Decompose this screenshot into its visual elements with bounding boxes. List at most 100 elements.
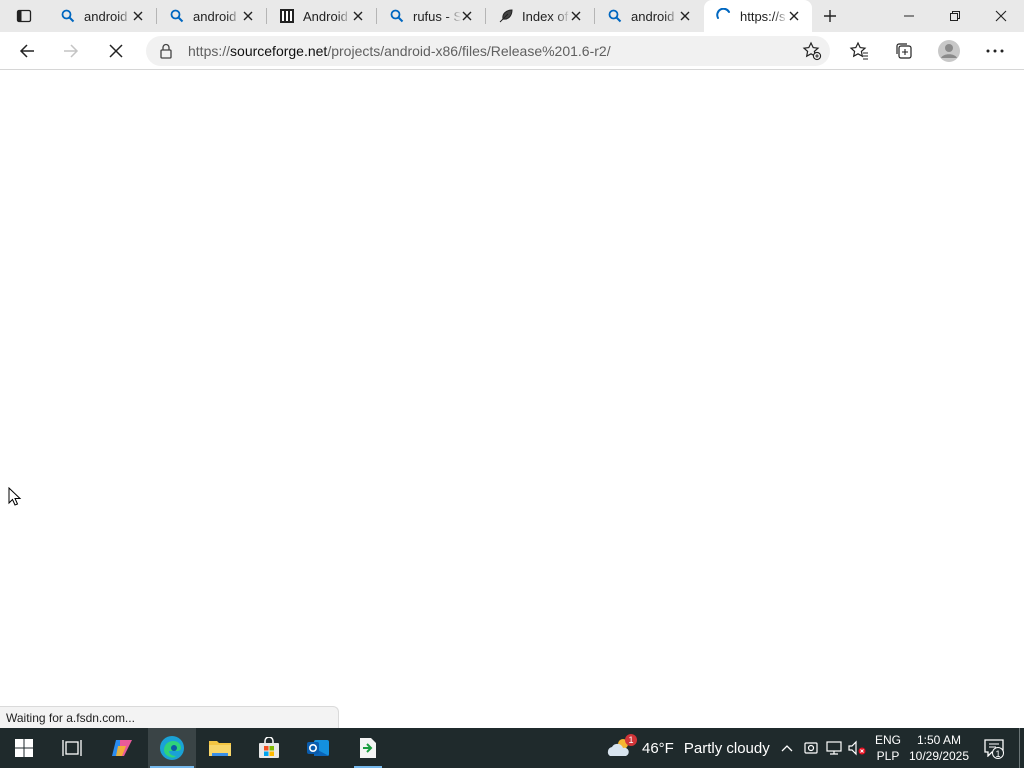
loading-spinner-icon [716, 8, 732, 24]
tab-label: android [84, 8, 128, 24]
show-desktop-button[interactable] [1019, 728, 1024, 768]
feather-icon [498, 8, 514, 24]
tab-label: Android [303, 8, 348, 24]
start-button[interactable] [0, 728, 48, 768]
collections-button[interactable] [890, 37, 918, 65]
search-icon [169, 8, 185, 24]
forward-button[interactable] [57, 37, 85, 65]
minimize-button[interactable] [886, 0, 932, 32]
copilot-app[interactable] [98, 728, 146, 768]
minimize-icon [904, 15, 914, 17]
tab-strip: android android Android rufus - S Index … [0, 0, 1024, 32]
close-tab-icon[interactable] [459, 8, 475, 24]
volume-button[interactable] [846, 728, 868, 768]
tab-android-3[interactable]: Android [267, 0, 376, 32]
file-app[interactable] [344, 728, 392, 768]
star-add-icon [802, 41, 822, 61]
tab-actions-icon [16, 9, 32, 23]
document-arrow-icon [360, 738, 376, 758]
edge-icon [160, 736, 184, 760]
tab-index-of[interactable]: Index of [486, 0, 594, 32]
url-host: sourceforge.net [230, 43, 328, 59]
tab-label: Index of [522, 8, 569, 24]
tab-rufus[interactable]: rufus - S [377, 0, 485, 32]
search-icon [607, 8, 623, 24]
task-view-icon [62, 740, 82, 756]
address-url[interactable]: https://sourceforge.net/projects/android… [188, 43, 611, 59]
address-bar[interactable]: https://sourceforge.net/projects/android… [146, 36, 830, 66]
meet-now-button[interactable] [800, 728, 822, 768]
close-tab-icon[interactable] [240, 8, 256, 24]
profile-button[interactable] [935, 37, 963, 65]
plus-icon [824, 10, 836, 22]
back-button[interactable] [13, 37, 41, 65]
tab-sourceforge-active[interactable]: https://s [704, 0, 812, 32]
close-tab-icon[interactable] [130, 8, 146, 24]
tab-android-2[interactable]: android [157, 0, 266, 32]
search-icon [60, 8, 76, 24]
browser-toolbar: https://sourceforge.net/projects/android… [0, 32, 1024, 70]
input-language-indicator[interactable]: ENG PLP [870, 732, 906, 764]
action-center-button[interactable]: 1 [978, 728, 1010, 768]
settings-menu-button[interactable] [981, 37, 1009, 65]
store-bag-icon [259, 737, 279, 758]
file-explorer-app[interactable] [196, 728, 244, 768]
close-icon [995, 10, 1007, 22]
weather-widget[interactable]: 1 46°F Partly cloudy [606, 728, 770, 768]
clock-time: 1:50 AM [916, 733, 962, 747]
network-button[interactable] [823, 728, 845, 768]
stop-icon [109, 44, 123, 58]
page-content [0, 71, 1024, 728]
network-icon [826, 741, 842, 755]
outlook-icon [307, 740, 329, 756]
restore-button[interactable] [932, 0, 978, 32]
camera-icon [804, 742, 818, 754]
tab-actions-button[interactable] [8, 4, 40, 28]
chevron-up-icon [781, 745, 793, 752]
close-tab-icon[interactable] [350, 8, 366, 24]
edge-app[interactable] [148, 728, 196, 768]
tab-label: android [631, 8, 675, 24]
url-path: /projects/android-x86/files/Release%201.… [327, 43, 611, 59]
close-tab-icon[interactable] [786, 8, 802, 24]
close-window-button[interactable] [978, 0, 1024, 32]
favorites-star-icon [849, 41, 868, 60]
add-favorite-button[interactable] [800, 39, 824, 63]
volume-muted-icon [848, 740, 866, 756]
language-line-1: ENG [874, 733, 901, 747]
search-icon [389, 8, 405, 24]
task-view-button[interactable] [48, 728, 96, 768]
copilot-icon [112, 740, 132, 756]
system-clock[interactable]: 1:50 AM 10/29/2025 [906, 732, 972, 764]
restore-icon [950, 11, 960, 21]
microsoft-store-app[interactable] [245, 728, 293, 768]
mouse-cursor-icon [8, 487, 22, 506]
clock-date: 10/29/2025 [908, 749, 970, 763]
taskbar: 1 46°F Partly cloudy ENG PLP 1:50 AM 10/… [0, 728, 1024, 768]
avatar [938, 40, 960, 62]
stop-loading-button[interactable] [102, 37, 130, 65]
close-tab-icon[interactable] [677, 8, 693, 24]
forward-arrow-icon [64, 44, 79, 58]
notification-count-badge: 1 [992, 747, 1004, 759]
tab-android-4[interactable]: android [595, 0, 703, 32]
favorites-button[interactable] [845, 37, 873, 65]
close-tab-icon[interactable] [568, 8, 584, 24]
collections-icon [896, 43, 912, 59]
site-columns-icon [279, 8, 295, 24]
new-tab-button[interactable] [818, 4, 842, 28]
lock-icon[interactable] [158, 43, 174, 59]
weather-icon: 1 [606, 734, 637, 760]
url-prefix: https:// [188, 43, 231, 59]
weather-temperature: 46°F [642, 739, 674, 757]
folder-icon [209, 741, 231, 756]
tab-android-1[interactable]: android [48, 0, 156, 32]
status-bar: Waiting for a.fsdn.com... [0, 706, 339, 728]
weather-description: Partly cloudy [683, 739, 770, 757]
show-hidden-icons-button[interactable] [776, 728, 798, 768]
more-dots-icon [986, 49, 1004, 53]
tab-label: https://s [740, 8, 786, 24]
language-line-2: PLP [876, 749, 900, 763]
tab-label: rufus - S [413, 8, 461, 24]
outlook-app[interactable] [294, 728, 342, 768]
